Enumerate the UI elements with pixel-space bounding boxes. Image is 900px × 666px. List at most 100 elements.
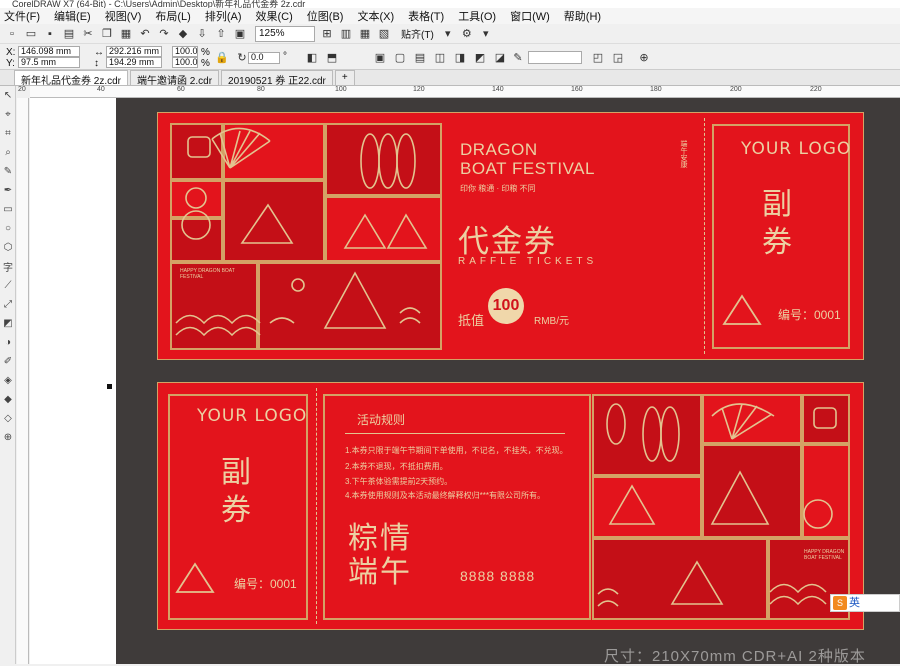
ime-logo-icon: S — [833, 596, 847, 610]
shape-tool-icon[interactable]: ⌖ — [0, 105, 16, 124]
interactive-fill-icon[interactable]: ◈ — [0, 371, 16, 390]
to-front-icon[interactable]: ◰ — [590, 49, 606, 65]
open-icon[interactable]: ▭ — [23, 26, 39, 42]
width-input[interactable]: 292.216 mm — [106, 46, 162, 57]
group-icon[interactable]: ▣ — [372, 49, 388, 65]
chevron-down-icon[interactable]: ▾ — [440, 26, 456, 42]
ellipse-tool-icon[interactable]: ○ — [0, 219, 16, 238]
menu-help[interactable]: 帮助(H) — [564, 8, 601, 24]
lock-ratio-icon[interactable]: 🔒 — [214, 49, 230, 65]
zoom-select[interactable]: 125% — [255, 25, 315, 42]
menu-bitmaps[interactable]: 位图(B) — [307, 8, 344, 24]
transparency-tool-icon[interactable]: ◑ — [0, 333, 16, 352]
scale-width-input[interactable]: 100.0 — [172, 46, 198, 57]
new-icon[interactable]: ▫ — [4, 26, 20, 42]
add-tool-icon[interactable]: ⊕ — [0, 428, 16, 447]
weld-icon[interactable]: ◩ — [472, 49, 488, 65]
ime-language[interactable]: 英 — [849, 597, 860, 609]
menu-layout[interactable]: 布局(L) — [155, 8, 190, 24]
tab-document-3[interactable]: 20190521 券 正22.cdr — [221, 70, 333, 87]
serial-number: 编号：0001 — [778, 308, 841, 322]
ungroup-all-icon[interactable]: ▤ — [412, 49, 428, 65]
vertical-ruler[interactable] — [17, 98, 29, 664]
rule-item: 2.本券不退现，不抵扣费用。 — [345, 462, 448, 471]
ime-toolbar[interactable]: S 英 — [830, 594, 900, 612]
to-back-icon[interactable]: ◲ — [610, 49, 626, 65]
menu-table[interactable]: 表格(T) — [408, 8, 444, 24]
ruler-tick-label: 20 — [18, 86, 26, 93]
menu-view[interactable]: 视图(V) — [105, 8, 142, 24]
y-position-input[interactable]: 97.5 mm — [18, 57, 80, 68]
quick-customize-icon[interactable]: ⊕ — [636, 49, 652, 65]
smart-fill-icon[interactable]: ◆ — [0, 390, 16, 409]
outline-pen-icon[interactable]: ✎ — [510, 49, 526, 65]
worth-label: 抵值 — [458, 313, 485, 328]
text-tool-icon[interactable]: 字 — [0, 257, 16, 276]
launch-icon[interactable]: ▾ — [478, 26, 494, 42]
artistic-media-icon[interactable]: ✒ — [0, 181, 16, 200]
copy-icon[interactable]: ❐ — [99, 26, 115, 42]
tab-document-2[interactable]: 端午邀请函 2.cdr — [130, 70, 220, 87]
guidelines-icon[interactable]: ▧ — [376, 26, 392, 42]
pdf-icon[interactable]: ▣ — [232, 26, 248, 42]
zongzi-icon — [175, 562, 215, 593]
connector-tool-icon[interactable]: ⤢ — [0, 295, 16, 314]
color-eyedropper-icon[interactable]: ✐ — [0, 352, 16, 371]
menu-text[interactable]: 文本(X) — [357, 8, 394, 24]
new-tab-button[interactable]: + — [334, 70, 355, 85]
cut-icon[interactable]: ✂ — [80, 26, 96, 42]
print-icon[interactable]: ▤ — [61, 26, 77, 42]
menu-edit[interactable]: 编辑(E) — [54, 8, 91, 24]
save-icon[interactable]: ▪ — [42, 26, 58, 42]
mirror-h-icon[interactable]: ◧ — [304, 49, 320, 65]
festival-subtitle: 印你 粮通 · 印粮 不同 — [460, 184, 536, 193]
mirror-v-icon[interactable]: ⬒ — [324, 49, 340, 65]
pick-tool-icon[interactable]: ↖ — [0, 86, 16, 105]
ungroup-icon[interactable]: ▢ — [392, 49, 408, 65]
rectangle-tool-icon[interactable]: ▭ — [0, 200, 16, 219]
ruler-tick-label: 120 — [413, 86, 425, 93]
dragon-boat-pattern-art — [597, 403, 837, 607]
x-label: X: — [6, 47, 16, 58]
tab-document-1[interactable]: 新年礼品代金券 2z.cdr — [14, 70, 129, 87]
ruler-tick-label: 60 — [177, 86, 185, 93]
horizontal-ruler[interactable]: 20 40 60 80 100 120 140 160 180 200 220 — [18, 86, 900, 98]
menu-window[interactable]: 窗口(W) — [510, 8, 550, 24]
combine-icon[interactable]: ◫ — [432, 49, 448, 65]
zoom-tool-icon[interactable]: ⌕ — [0, 143, 16, 162]
full-screen-icon[interactable]: ⊞ — [319, 26, 335, 42]
undo-icon[interactable]: ↶ — [137, 26, 153, 42]
outline-tool-icon[interactable]: ◇ — [0, 409, 16, 428]
grid-icon[interactable]: ▦ — [357, 26, 373, 42]
menu-effects[interactable]: 效果(C) — [256, 8, 293, 24]
parallel-dimension-icon[interactable]: ⟋ — [0, 276, 16, 295]
menu-tools[interactable]: 工具(O) — [458, 8, 496, 24]
bowl-icon — [181, 210, 211, 240]
size-caption: 尺寸：210X70mm CDR+AI 2种版本 — [604, 648, 866, 665]
freehand-tool-icon[interactable]: ✎ — [0, 162, 16, 181]
break-apart-icon[interactable]: ◨ — [452, 49, 468, 65]
paste-icon[interactable]: ▦ — [118, 26, 134, 42]
selection-handle[interactable] — [107, 384, 112, 389]
rulers-icon[interactable]: ▥ — [338, 26, 354, 42]
search-content-icon[interactable]: ◆ — [175, 26, 191, 42]
x-position-input[interactable]: 146.098 mm — [18, 46, 80, 57]
menu-arrange[interactable]: 排列(A) — [205, 8, 242, 24]
export-icon[interactable]: ⇧ — [213, 26, 229, 42]
options-icon[interactable]: ⚙ — [459, 26, 475, 42]
ruler-tick-label: 80 — [257, 86, 265, 93]
snap-to-dropdown[interactable]: 贴齐(T) — [401, 26, 434, 41]
import-icon[interactable]: ⇩ — [194, 26, 210, 42]
redo-icon[interactable]: ↷ — [156, 26, 172, 42]
outline-width-select[interactable] — [528, 51, 582, 64]
rotation-input[interactable]: 0.0 — [248, 52, 280, 64]
wave-pattern — [769, 583, 827, 606]
polygon-tool-icon[interactable]: ⬡ — [0, 238, 16, 257]
trim-icon[interactable]: ◪ — [492, 49, 508, 65]
scale-height-input[interactable]: 100.0 — [172, 57, 198, 68]
drop-shadow-icon[interactable]: ◩ — [0, 314, 16, 333]
width-icon: ↔ — [94, 47, 104, 58]
crop-tool-icon[interactable]: ⌗ — [0, 124, 16, 143]
height-input[interactable]: 194.29 mm — [106, 57, 162, 68]
menu-file[interactable]: 文件(F) — [4, 8, 40, 24]
